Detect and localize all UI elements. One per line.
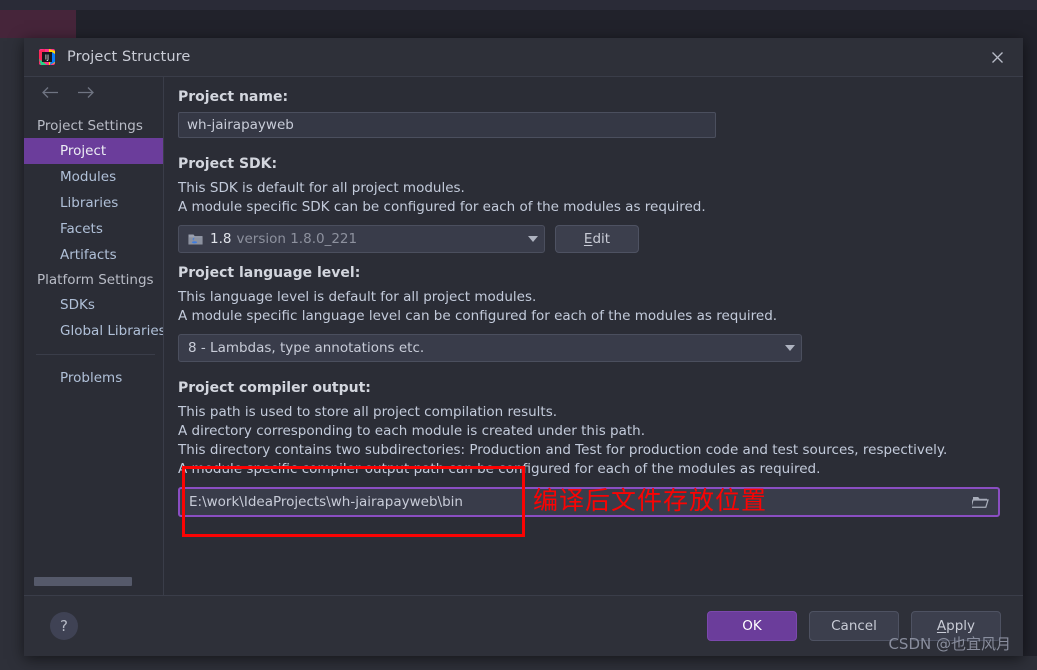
dialog-titlebar: IJ Project Structure bbox=[24, 38, 1023, 77]
compiler-output-desc-line1: This path is used to store all project c… bbox=[178, 404, 558, 420]
language-level-heading: Project language level: bbox=[178, 265, 361, 281]
background-ide-topbar bbox=[0, 0, 1037, 10]
sidebar-item-libraries[interactable]: Libraries bbox=[24, 190, 163, 216]
project-structure-dialog: IJ Project Structure Project Settings Pr… bbox=[24, 38, 1023, 656]
sidebar-item-sdks[interactable]: SDKs bbox=[24, 292, 163, 318]
dialog-body: Project Settings Project Modules Librari… bbox=[24, 77, 1023, 595]
help-button[interactable]: ? bbox=[50, 612, 78, 640]
cancel-button[interactable]: Cancel bbox=[809, 611, 899, 641]
project-sdk-version: version 1.8.0_221 bbox=[236, 231, 358, 247]
question-mark-icon: ? bbox=[60, 617, 68, 635]
chevron-down-icon bbox=[785, 345, 795, 351]
java-sdk-folder-icon bbox=[188, 232, 203, 246]
sidebar-item-project[interactable]: Project bbox=[24, 138, 163, 164]
compiler-output-desc-line3: This directory contains two subdirectori… bbox=[178, 442, 948, 458]
compiler-output-path-value: E:\work\IdeaProjects\wh-jairapayweb\bin bbox=[189, 494, 463, 510]
sidebar-item-artifacts[interactable]: Artifacts bbox=[24, 242, 163, 268]
project-sdk-desc-line2: A module specific SDK can be configured … bbox=[178, 199, 706, 215]
sidebar-item-modules[interactable]: Modules bbox=[24, 164, 163, 190]
compiler-output-desc-line4: A module specific compiler output path c… bbox=[178, 461, 821, 477]
project-name-heading: Project name: bbox=[178, 89, 289, 105]
sidebar-item-facets[interactable]: Facets bbox=[24, 216, 163, 242]
ok-button-label: OK bbox=[742, 618, 762, 634]
background-ide-left-column bbox=[0, 38, 24, 670]
language-level-dropdown[interactable]: 8 - Lambdas, type annotations etc. bbox=[178, 334, 802, 362]
settings-sidebar: Project Settings Project Modules Librari… bbox=[24, 77, 164, 595]
apply-button-mnemonic: A bbox=[936, 618, 947, 634]
watermark-text: CSDN @也宜风月 bbox=[888, 635, 1011, 653]
background-ide-accent-band bbox=[0, 10, 76, 38]
apply-button-label: pply bbox=[946, 618, 976, 634]
edit-button-mnemonic: E bbox=[583, 231, 593, 247]
project-sdk-row: 1.8 version 1.8.0_221 Edit bbox=[178, 225, 1023, 253]
background-ide-bottom-strip bbox=[0, 656, 1037, 670]
compiler-output-section: Project compiler output: This path is us… bbox=[178, 380, 1023, 537]
project-settings-panel: Project name: wh-jairapayweb Project SDK… bbox=[164, 77, 1023, 595]
sidebar-divider bbox=[36, 354, 155, 355]
folder-open-icon[interactable] bbox=[970, 493, 990, 511]
sidebar-group-platform-settings: Platform Settings bbox=[37, 272, 154, 288]
project-name-input[interactable]: wh-jairapayweb bbox=[178, 112, 716, 138]
project-sdk-desc-line1: This SDK is default for all project modu… bbox=[178, 180, 465, 196]
cancel-button-label: Cancel bbox=[831, 618, 877, 634]
project-sdk-name: 1.8 bbox=[210, 231, 232, 247]
screen-root: IJ Project Structure Project Settings Pr… bbox=[0, 0, 1037, 670]
compiler-output-desc-line2: A directory corresponding to each module… bbox=[178, 423, 646, 439]
project-sdk-dropdown[interactable]: 1.8 version 1.8.0_221 bbox=[178, 225, 545, 253]
svg-text:IJ: IJ bbox=[45, 54, 49, 62]
arrow-right-icon[interactable] bbox=[77, 86, 95, 103]
language-level-desc-line2: A module specific language level can be … bbox=[178, 308, 778, 324]
dialog-title: Project Structure bbox=[67, 49, 191, 65]
dialog-footer: ? OK Cancel Apply CSDN @也宜风月 bbox=[24, 595, 1023, 656]
project-sdk-heading: Project SDK: bbox=[178, 156, 278, 172]
sidebar-navigation bbox=[24, 77, 163, 111]
edit-sdk-button[interactable]: Edit bbox=[555, 225, 639, 253]
sidebar-group-project-settings: Project Settings bbox=[37, 118, 143, 134]
chevron-down-icon bbox=[528, 236, 538, 242]
sidebar-item-problems[interactable]: Problems bbox=[24, 365, 163, 391]
settings-tree: Project Settings Project Modules Librari… bbox=[24, 111, 163, 595]
language-level-desc-line1: This language level is default for all p… bbox=[178, 289, 537, 305]
annotation-label: 编译后文件存放位置 bbox=[533, 486, 768, 515]
language-level-value: 8 - Lambdas, type annotations etc. bbox=[188, 340, 425, 356]
arrow-left-icon[interactable] bbox=[41, 86, 59, 103]
ok-button[interactable]: OK bbox=[707, 611, 797, 641]
intellij-idea-icon: IJ bbox=[38, 48, 56, 66]
compiler-output-heading: Project compiler output: bbox=[178, 380, 371, 396]
sidebar-item-global-libraries[interactable]: Global Libraries bbox=[24, 318, 163, 344]
edit-button-label: dit bbox=[592, 231, 611, 247]
close-icon[interactable] bbox=[971, 38, 1023, 76]
sidebar-horizontal-scrollbar[interactable] bbox=[34, 577, 156, 586]
